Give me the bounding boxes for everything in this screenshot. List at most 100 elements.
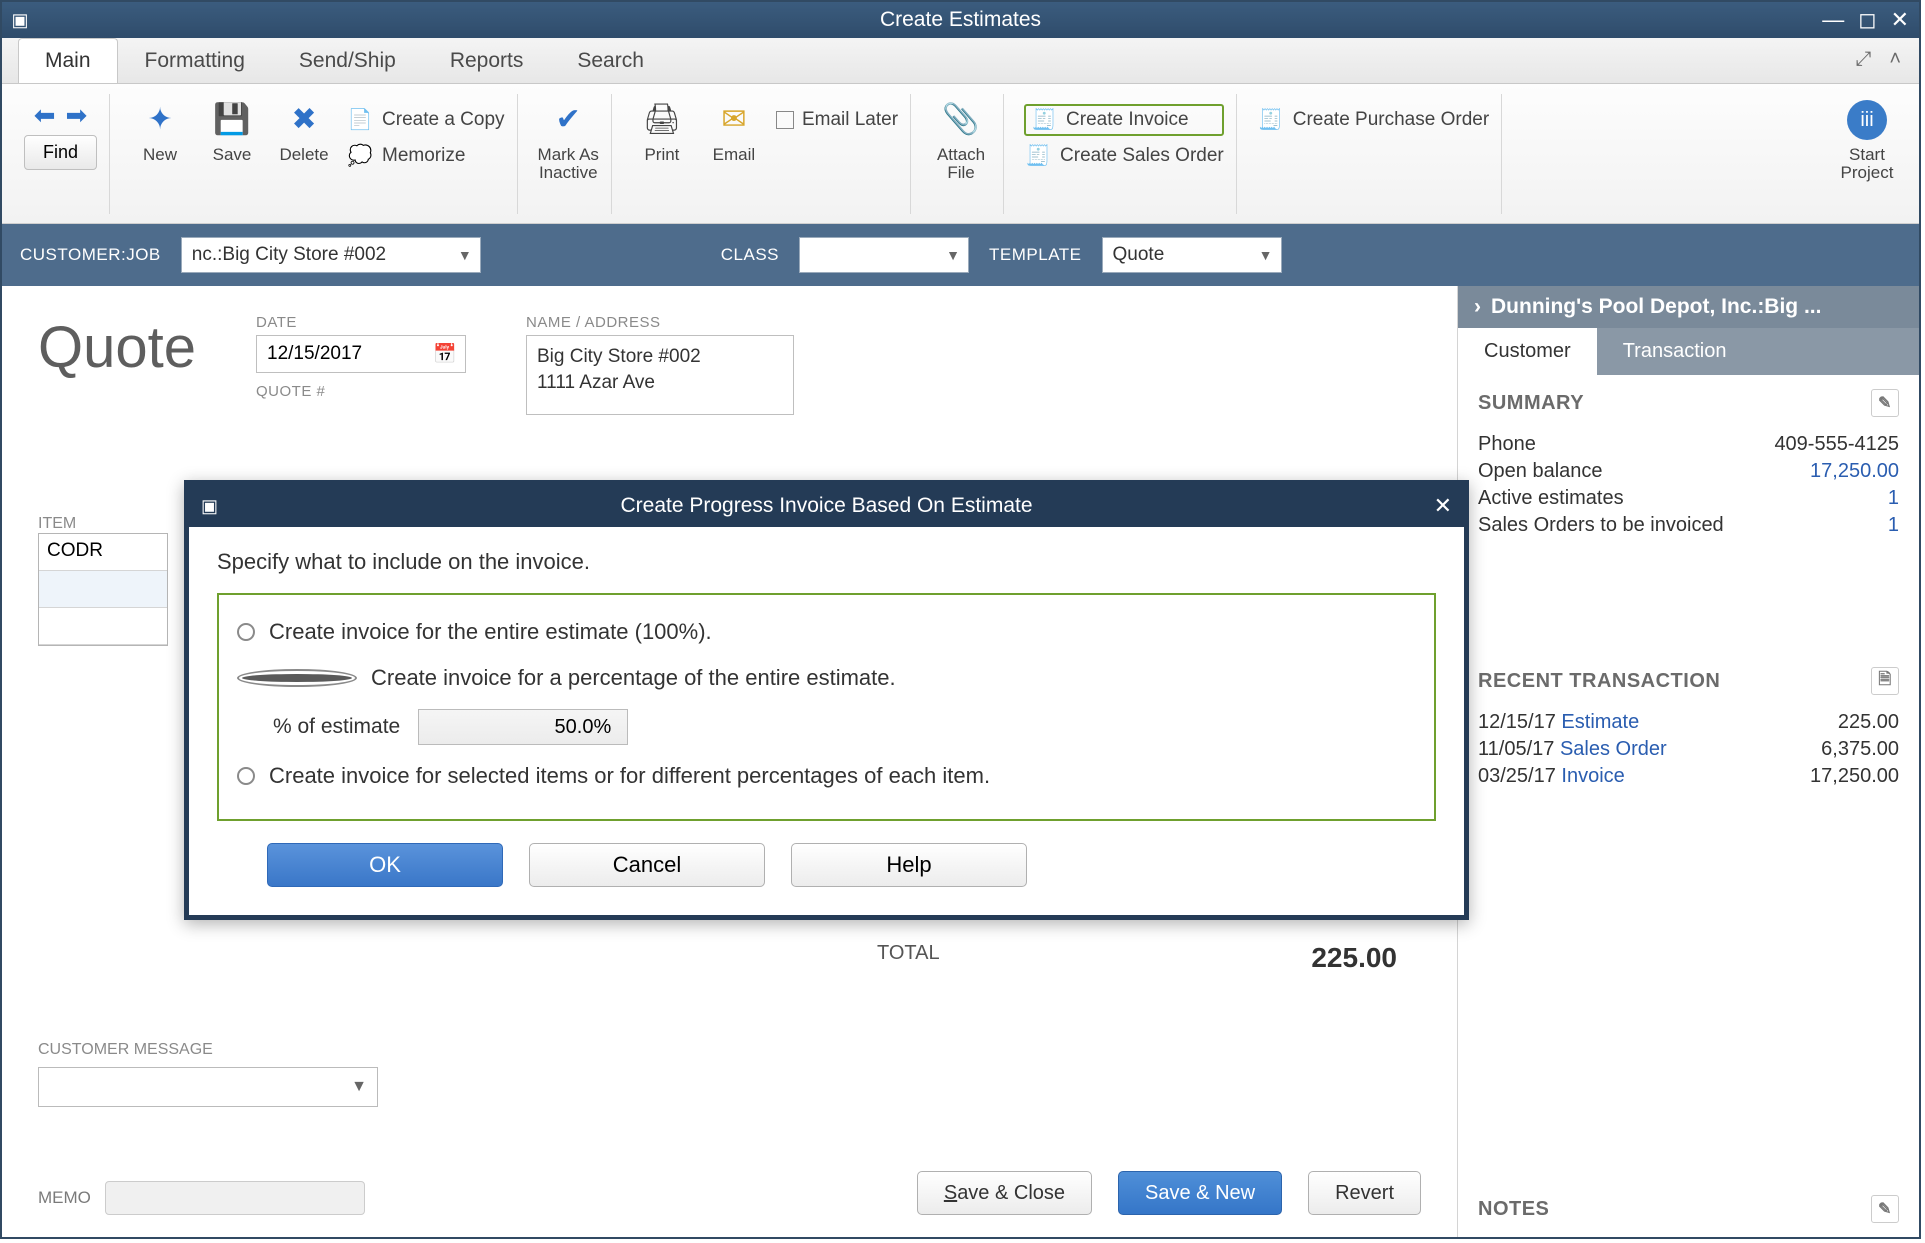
side-body: SUMMARY ✎ Phone409-555-4125 Open balance1… — [1458, 375, 1919, 1237]
help-button[interactable]: Help — [791, 843, 1027, 887]
radio-icon — [237, 767, 255, 785]
date-input[interactable]: 12/15/2017 📅 — [256, 335, 466, 373]
dialog-menu-icon[interactable]: ▣ — [189, 496, 230, 517]
collapse-ribbon-icon[interactable]: ˄ — [1889, 48, 1901, 71]
prev-arrow-icon[interactable]: ⬅ — [34, 100, 56, 131]
dialog-title: Create Progress Invoice Based On Estimat… — [620, 494, 1032, 518]
template-label: TEMPLATE — [989, 245, 1081, 265]
recent-label: RECENT TRANSACTION — [1478, 670, 1720, 693]
radio-icon — [237, 623, 255, 641]
minimize-icon[interactable]: — — [1822, 7, 1844, 33]
customer-message-select[interactable]: ▼ — [38, 1067, 378, 1107]
revert-button[interactable]: Revert — [1308, 1171, 1421, 1215]
edit-icon[interactable]: ✎ — [1871, 389, 1899, 417]
calendar-icon[interactable]: 📅 — [433, 342, 457, 366]
tab-search[interactable]: Search — [550, 38, 671, 83]
template-select[interactable]: Quote▼ — [1102, 237, 1282, 273]
find-button[interactable]: Find — [24, 135, 97, 170]
customer-message-label: CUSTOMER MESSAGE — [38, 1041, 378, 1059]
item-cell-empty[interactable] — [39, 608, 167, 645]
address-label: NAME / ADDRESS — [526, 314, 794, 331]
create-invoice-button[interactable]: 🧾 Create Invoice — [1024, 104, 1224, 136]
cancel-button[interactable]: Cancel — [529, 843, 765, 887]
new-icon: ✦ — [140, 100, 180, 140]
email-later-checkbox[interactable]: Email Later — [776, 104, 898, 136]
side-tab-customer[interactable]: Customer — [1458, 328, 1597, 375]
class-select[interactable]: ▼ — [799, 237, 969, 273]
save-close-button[interactable]: Save & Close — [917, 1171, 1092, 1215]
email-button[interactable]: ✉ Email — [704, 100, 764, 165]
print-icon: 🖨 — [642, 100, 682, 140]
customer-job-select[interactable]: nc.:Big City Store #002▼ — [181, 237, 481, 273]
chevron-down-icon: ▼ — [351, 1078, 367, 1096]
mark-inactive-button[interactable]: ✔ Mark As Inactive — [538, 100, 599, 183]
create-copy-button[interactable]: 📄 Create a Copy — [346, 104, 505, 136]
window-title: Create Estimates — [880, 8, 1041, 32]
dialog-close-icon[interactable]: ✕ — [1434, 493, 1452, 519]
memorize-icon: 💭 — [346, 142, 374, 170]
percent-input[interactable] — [418, 709, 628, 745]
window-controls: — ◻ ✕ — [1822, 7, 1909, 33]
option-selected-items[interactable]: Create invoice for selected items or for… — [237, 753, 1416, 799]
window-menu-icon[interactable]: ▣ — [2, 10, 38, 31]
customer-job-label: CUSTOMER:JOB — [20, 245, 161, 265]
app-window: ▣ Create Estimates — ◻ ✕ Main Formatting… — [0, 0, 1921, 1239]
item-cell-empty[interactable] — [39, 571, 167, 608]
maximize-icon[interactable]: ◻ — [1858, 7, 1876, 33]
side-header[interactable]: › Dunning's Pool Depot, Inc.:Big ... — [1458, 286, 1919, 328]
tab-reports[interactable]: Reports — [423, 38, 551, 83]
dialog-buttons: OK Cancel Help — [217, 843, 1436, 887]
tab-main[interactable]: Main — [18, 38, 118, 83]
recent-link[interactable]: Estimate — [1561, 711, 1639, 733]
attach-icon: 📎 — [941, 100, 981, 140]
recent-link[interactable]: Invoice — [1561, 765, 1624, 787]
dialog-instruction: Specify what to include on the invoice. — [217, 549, 1436, 575]
edit-icon[interactable]: ✎ — [1871, 1195, 1899, 1223]
create-po-button[interactable]: 🧾 Create Purchase Order — [1257, 104, 1489, 136]
copy-icon: 📄 — [346, 106, 374, 134]
create-sales-order-button[interactable]: 🧾 Create Sales Order — [1024, 140, 1224, 172]
email-icon: ✉ — [714, 100, 754, 140]
next-arrow-icon[interactable]: ➡ — [66, 100, 88, 131]
notes-label: NOTES — [1478, 1198, 1549, 1221]
recent-list: 12/15/17 Estimate225.00 11/05/17 Sales O… — [1478, 709, 1899, 790]
ok-button[interactable]: OK — [267, 843, 503, 887]
report-icon[interactable]: 🗎 — [1871, 667, 1899, 695]
checkbox-icon — [776, 111, 794, 129]
save-button[interactable]: 💾 Save — [202, 100, 262, 165]
side-tab-transaction[interactable]: Transaction — [1597, 328, 1753, 375]
save-new-button[interactable]: Save & New — [1118, 1171, 1282, 1215]
summary-list: Phone409-555-4125 Open balance17,250.00 … — [1478, 431, 1899, 539]
save-icon: 💾 — [212, 100, 252, 140]
tab-send-ship[interactable]: Send/Ship — [272, 38, 423, 83]
date-label: DATE — [256, 314, 466, 331]
dialog-options: Create invoice for the entire estimate (… — [217, 593, 1436, 821]
project-icon: iii — [1847, 100, 1887, 140]
option-percentage[interactable]: Create invoice for a percentage of the e… — [237, 655, 1416, 701]
item-cell[interactable]: CODR — [39, 534, 167, 571]
summary-label: SUMMARY — [1478, 392, 1584, 415]
delete-icon: ✖ — [284, 100, 324, 140]
expand-icon[interactable]: ⤢ — [1855, 48, 1871, 71]
total-label: TOTAL — [877, 942, 940, 974]
side-panel: › Dunning's Pool Depot, Inc.:Big ... Cus… — [1457, 286, 1919, 1237]
address-box[interactable]: Big City Store #002 1111 Azar Ave — [526, 335, 794, 415]
ribbon-tabs: Main Formatting Send/Ship Reports Search… — [2, 38, 1919, 84]
memorize-button[interactable]: 💭 Memorize — [346, 140, 505, 172]
item-table[interactable]: CODR — [38, 533, 168, 646]
start-project-button[interactable]: iii Start Project — [1837, 100, 1897, 183]
sales-order-icon: 🧾 — [1024, 142, 1052, 170]
new-button[interactable]: ✦ New — [130, 100, 190, 165]
dialog-titlebar: ▣ Create Progress Invoice Based On Estim… — [189, 485, 1464, 527]
memo-input[interactable] — [105, 1181, 365, 1215]
print-button[interactable]: 🖨 Print — [632, 100, 692, 165]
close-icon[interactable]: ✕ — [1891, 7, 1909, 33]
invoice-icon: 🧾 — [1030, 106, 1058, 134]
titlebar: ▣ Create Estimates — ◻ ✕ — [2, 2, 1919, 38]
tab-formatting[interactable]: Formatting — [118, 38, 272, 83]
delete-button[interactable]: ✖ Delete — [274, 100, 334, 165]
form-title: Quote — [38, 314, 196, 381]
recent-link[interactable]: Sales Order — [1560, 738, 1667, 760]
option-entire-estimate[interactable]: Create invoice for the entire estimate (… — [237, 609, 1416, 655]
attach-file-button[interactable]: 📎 Attach File — [931, 100, 991, 183]
